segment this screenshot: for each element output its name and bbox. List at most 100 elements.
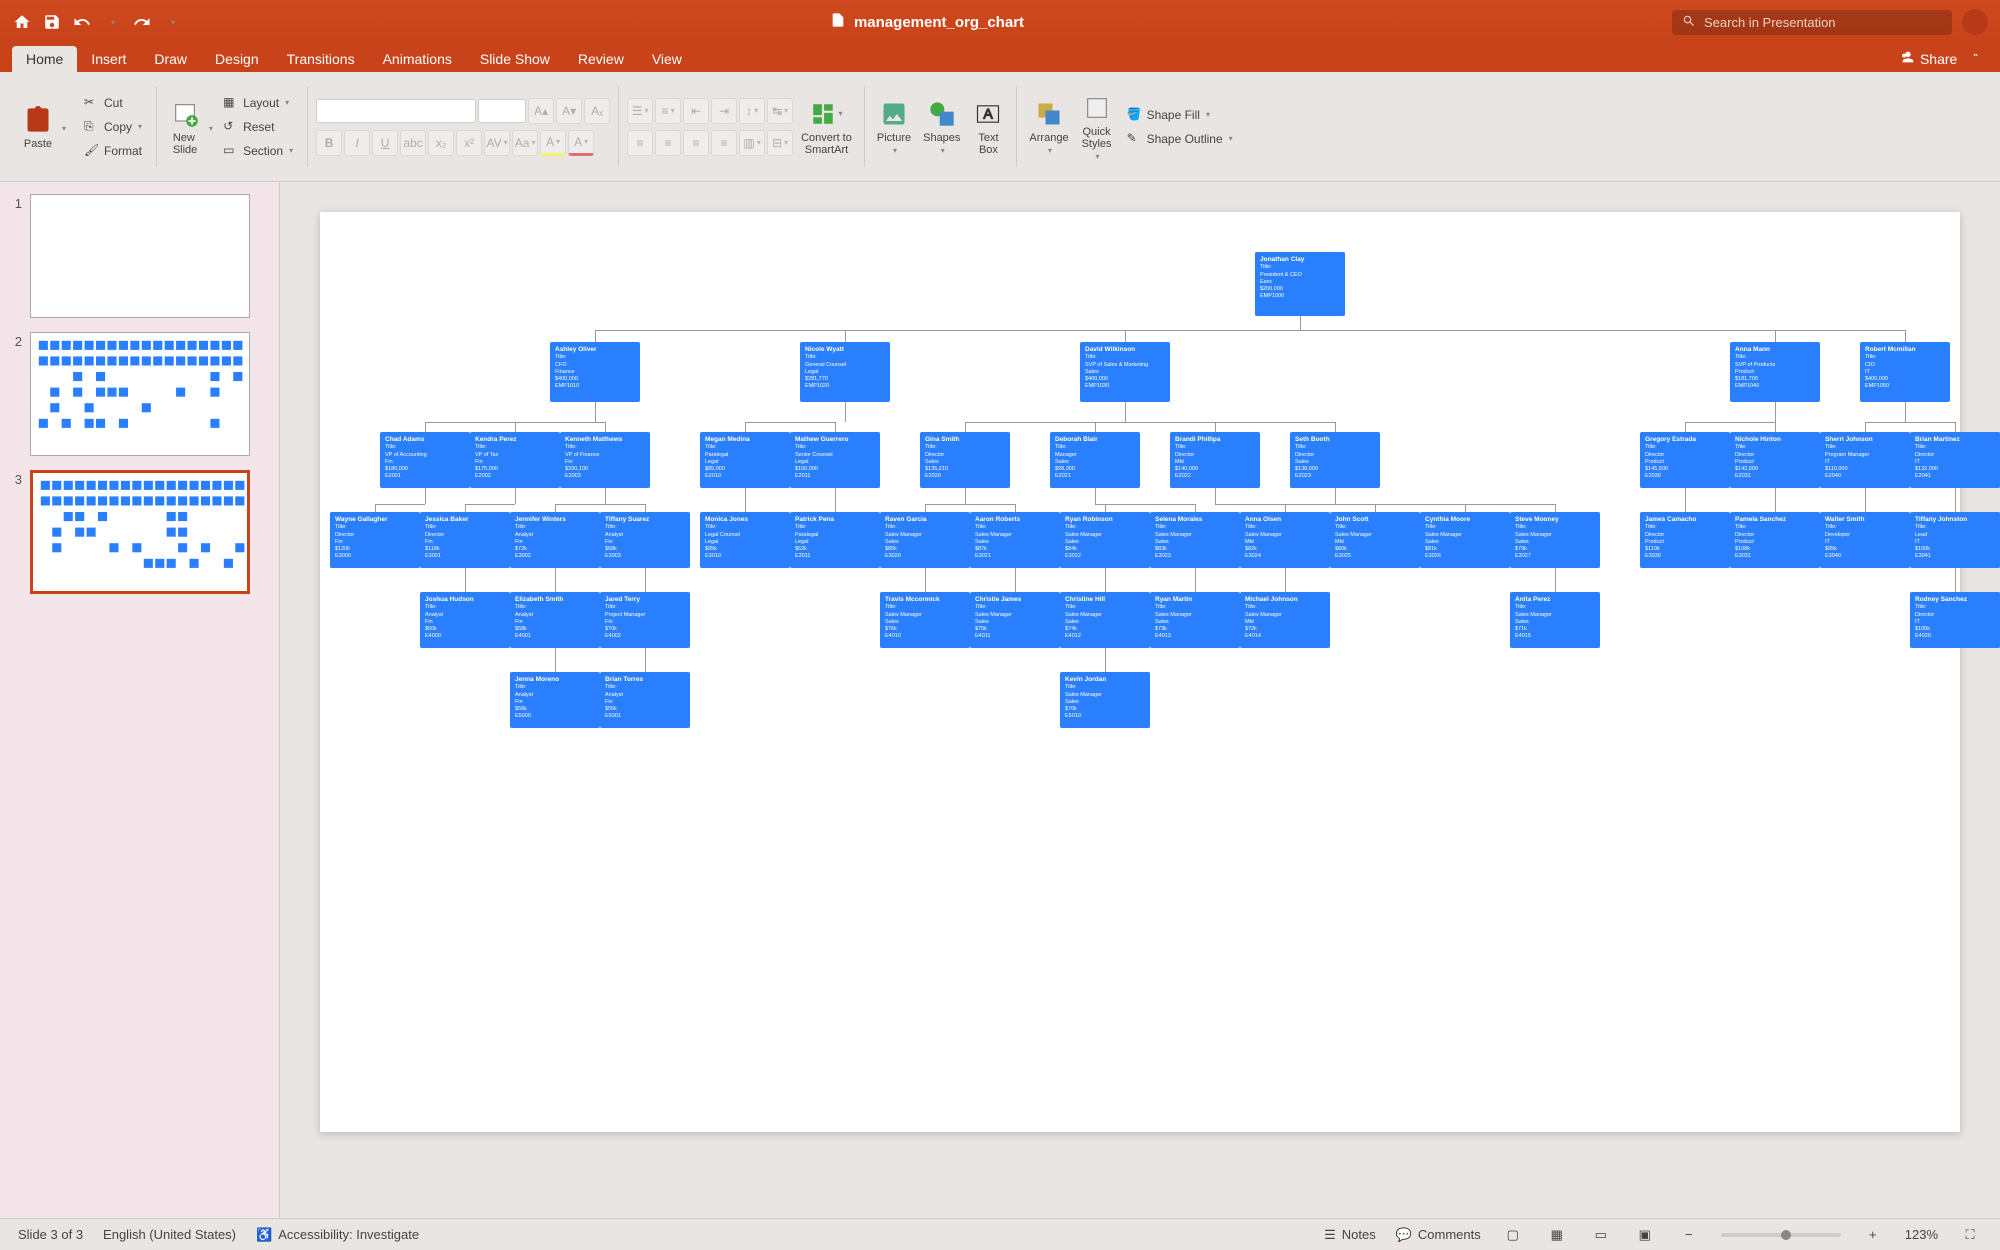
normal-view-button[interactable]: ▢ bbox=[1501, 1223, 1525, 1247]
tab-review[interactable]: Review bbox=[564, 46, 638, 72]
cut-button[interactable]: ✂Cut bbox=[78, 92, 148, 114]
accessibility-status[interactable]: ♿Accessibility: Investigate bbox=[256, 1227, 419, 1243]
tab-animations[interactable]: Animations bbox=[369, 46, 466, 72]
org-node[interactable]: Tiffany JohnstonTitle:LeadIT$100kE3041 bbox=[1910, 512, 2000, 568]
paste-button[interactable]: Paste bbox=[18, 100, 58, 154]
tab-insert[interactable]: Insert bbox=[77, 46, 140, 72]
org-node[interactable]: Nicole WyattTitle:General CounselLegal$2… bbox=[800, 342, 890, 402]
org-node[interactable]: Selena MoralesTitle:Sales ManagerSales$8… bbox=[1150, 512, 1240, 568]
format-painter-button[interactable]: 🖌Format bbox=[78, 140, 148, 162]
org-node[interactable]: Anita PerezTitle:Sales ManagerSales$71kE… bbox=[1510, 592, 1600, 648]
zoom-slider[interactable] bbox=[1721, 1233, 1841, 1237]
org-node[interactable]: Kenneth MatthewsTitle:VP of FinanceFin$2… bbox=[560, 432, 650, 488]
shapes-button[interactable]: Shapes bbox=[919, 94, 964, 159]
chevron-up-icon[interactable]: ˆ bbox=[1973, 51, 1978, 67]
slide-canvas[interactable]: Jonathan ClayTitle:President & CEOExec$2… bbox=[320, 212, 1960, 1132]
paste-dropdown-icon[interactable] bbox=[60, 118, 66, 136]
org-node[interactable]: Patrick PenaTitle:ParalegalLegal$62kE301… bbox=[790, 512, 880, 568]
underline-button[interactable]: U bbox=[372, 130, 398, 156]
canvas-area[interactable]: Jonathan ClayTitle:President & CEOExec$2… bbox=[280, 182, 2000, 1218]
org-node[interactable]: Chad AdamsTitle:VP of AccountingFin$180,… bbox=[380, 432, 470, 488]
shape-fill-button[interactable]: 🪣Shape Fill bbox=[1121, 104, 1239, 126]
slide-thumbnail-2[interactable] bbox=[30, 332, 250, 456]
decrease-font-button[interactable]: A▾ bbox=[556, 98, 582, 124]
align-center-button[interactable]: ≡ bbox=[655, 130, 681, 156]
tab-transitions[interactable]: Transitions bbox=[273, 46, 369, 72]
justify-button[interactable]: ≡ bbox=[711, 130, 737, 156]
comments-button[interactable]: 💬Comments bbox=[1396, 1227, 1481, 1243]
org-node[interactable]: Aaron RobertsTitle:Sales ManagerSales$87… bbox=[970, 512, 1060, 568]
org-node[interactable]: Sherri JohnsonTitle:Program ManagerIT$11… bbox=[1820, 432, 1910, 488]
org-node[interactable]: Nichole HintonTitle:DirectorProduct$142,… bbox=[1730, 432, 1820, 488]
org-node[interactable]: Michael JohnsonTitle:Sales ManagerMkt$72… bbox=[1240, 592, 1330, 648]
new-slide-dropdown-icon[interactable] bbox=[207, 118, 213, 136]
org-node[interactable]: Jonathan ClayTitle:President & CEOExec$2… bbox=[1255, 252, 1345, 316]
org-node[interactable]: Pamela SanchezTitle:DirectorProduct$108k… bbox=[1730, 512, 1820, 568]
org-node[interactable]: Brandi PhillipaTitle:DirectorMkt$140,000… bbox=[1170, 432, 1260, 488]
strikethrough-button[interactable]: abc bbox=[400, 130, 426, 156]
slide-counter[interactable]: Slide 3 of 3 bbox=[18, 1227, 83, 1242]
section-button[interactable]: ▭Section bbox=[217, 140, 299, 162]
org-node[interactable]: Kevin JordanTitle:Sales ManagerSales$70k… bbox=[1060, 672, 1150, 728]
font-color-button[interactable]: A bbox=[568, 130, 594, 156]
align-text-button[interactable]: ⊟ bbox=[767, 130, 793, 156]
org-node[interactable]: Mathew GuerreroTitle:Senior CounselLegal… bbox=[790, 432, 880, 488]
shape-outline-button[interactable]: ✎Shape Outline bbox=[1121, 128, 1239, 150]
superscript-button[interactable]: x² bbox=[456, 130, 482, 156]
bold-button[interactable]: B bbox=[316, 130, 342, 156]
decrease-indent-button[interactable]: ⇤ bbox=[683, 98, 709, 124]
org-node[interactable]: Monica JonesTitle:Legal CounselLegal$95k… bbox=[700, 512, 790, 568]
org-node[interactable]: Cynthia MooreTitle:Sales ManagerSales$81… bbox=[1420, 512, 1510, 568]
tab-view[interactable]: View bbox=[638, 46, 696, 72]
reset-button[interactable]: ↺Reset bbox=[217, 116, 299, 138]
fit-to-window-button[interactable]: ⛶ bbox=[1958, 1223, 1982, 1247]
undo-icon[interactable] bbox=[72, 12, 92, 32]
zoom-out-button[interactable]: − bbox=[1677, 1223, 1701, 1247]
org-node[interactable]: Robert McmillanTitle:CIOIT$400,000EMP105… bbox=[1860, 342, 1950, 402]
copy-button[interactable]: ⎘Copy bbox=[78, 116, 148, 138]
org-node[interactable]: Rodney SanchezTitle:DirectorIT$105kE4020 bbox=[1910, 592, 2000, 648]
org-node[interactable]: Raven GarciaTitle:Sales ManagerSales$85k… bbox=[880, 512, 970, 568]
change-case-button[interactable]: Aa bbox=[512, 130, 538, 156]
org-node[interactable]: James CamachoTitle:DirectorProduct$110kE… bbox=[1640, 512, 1730, 568]
org-node[interactable]: Ryan RobinsonTitle:Sales ManagerSales$84… bbox=[1060, 512, 1150, 568]
org-node[interactable]: Walter SmithTitle:DeveloperIT$95kE3040 bbox=[1820, 512, 1910, 568]
picture-button[interactable]: Picture bbox=[873, 94, 915, 159]
org-node[interactable]: Kendra PerezTitle:VP of TaxFin$175,000E2… bbox=[470, 432, 560, 488]
org-node[interactable]: Anna MannTitle:SVP of ProductsProduct$18… bbox=[1730, 342, 1820, 402]
org-node[interactable]: John ScottTitle:Sales ManagerMkt$80kE302… bbox=[1330, 512, 1420, 568]
home-icon[interactable] bbox=[12, 12, 32, 32]
columns-button[interactable]: ▥ bbox=[739, 130, 765, 156]
zoom-in-button[interactable]: + bbox=[1861, 1223, 1885, 1247]
org-node[interactable]: Gina SmithTitle:DirectorSales$135,210E20… bbox=[920, 432, 1010, 488]
org-node[interactable]: Seth BoothTitle:DirectorSales$138,000E20… bbox=[1290, 432, 1380, 488]
char-spacing-button[interactable]: AV bbox=[484, 130, 510, 156]
org-node[interactable]: Megan MedinaTitle:ParalegalLegal$85,000E… bbox=[700, 432, 790, 488]
org-node[interactable]: Jared TerryTitle:Project ManagerFin$70kE… bbox=[600, 592, 690, 648]
slideshow-view-button[interactable]: ▣ bbox=[1633, 1223, 1657, 1247]
org-node[interactable]: David WilkinsonTitle:SVP of Sales & Mark… bbox=[1080, 342, 1170, 402]
align-right-button[interactable]: ≡ bbox=[683, 130, 709, 156]
org-node[interactable]: Gregory EstradaTitle:DirectorProduct$145… bbox=[1640, 432, 1730, 488]
quick-styles-button[interactable]: Quick Styles bbox=[1077, 88, 1117, 165]
reading-view-button[interactable]: ▭ bbox=[1589, 1223, 1613, 1247]
save-icon[interactable] bbox=[42, 12, 62, 32]
clear-formatting-button[interactable]: Aₓ bbox=[584, 98, 610, 124]
tab-design[interactable]: Design bbox=[201, 46, 273, 72]
slide-thumbnail-1[interactable] bbox=[30, 194, 250, 318]
text-direction-button[interactable]: ↹ bbox=[767, 98, 793, 124]
share-button[interactable]: Share ˆ bbox=[1888, 45, 1988, 72]
subscript-button[interactable]: x₂ bbox=[428, 130, 454, 156]
increase-font-button[interactable]: A▴ bbox=[528, 98, 554, 124]
numbering-button[interactable]: ≡ bbox=[655, 98, 681, 124]
org-node[interactable]: Wayne GallagherTitle:DirectorFin$120kE30… bbox=[330, 512, 420, 568]
qat-customize-icon[interactable] bbox=[162, 12, 182, 32]
org-node[interactable]: Travis MccormickTitle:Sales ManagerSales… bbox=[880, 592, 970, 648]
org-node[interactable]: Jenna MorenoTitle:AnalystFin$56kE5000 bbox=[510, 672, 600, 728]
slide-thumbnail-3[interactable] bbox=[30, 470, 250, 594]
slide-panel[interactable]: 1 2 3 bbox=[0, 182, 280, 1218]
redo-icon[interactable] bbox=[132, 12, 152, 32]
language-status[interactable]: English (United States) bbox=[103, 1227, 236, 1242]
font-family-select[interactable] bbox=[316, 99, 476, 123]
search-input[interactable]: Search in Presentation bbox=[1672, 10, 1952, 35]
